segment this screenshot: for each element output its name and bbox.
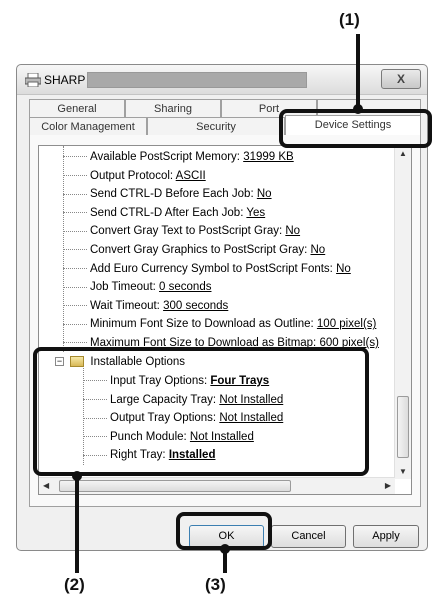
setting-value[interactable]: No <box>311 244 326 256</box>
setting-value[interactable]: 300 seconds <box>163 300 228 312</box>
scroll-down-arrow[interactable]: ▼ <box>399 467 407 476</box>
printer-icon <box>25 73 41 87</box>
setting-label: Add Euro Currency Symbol to PostScript F… <box>90 262 337 275</box>
setting-value[interactable]: No <box>257 188 272 200</box>
tree-setting-row[interactable]: Minimum Font Size to Download as Outline… <box>63 315 376 333</box>
setting-label: Send CTRL-D After Each Job: <box>90 206 247 219</box>
tree-connector <box>63 342 87 344</box>
tree-connector <box>63 156 87 158</box>
title-bar: SHARP X <box>17 65 427 95</box>
tree-setting-row[interactable]: Add Euro Currency Symbol to PostScript F… <box>63 260 351 278</box>
setting-value[interactable]: 31999 KB <box>243 151 294 163</box>
leader-line-1 <box>356 34 360 110</box>
setting-value[interactable]: No <box>285 225 300 237</box>
tree-connector <box>63 268 87 270</box>
tree-setting-row[interactable]: Available PostScript Memory: 31999 KB <box>63 148 294 166</box>
leader-dot-2 <box>72 471 82 481</box>
setting-label: Convert Gray Graphics to PostScript Gray… <box>90 244 311 256</box>
setting-label: Convert Gray Text to PostScript Gray: <box>90 225 286 238</box>
tree-connector <box>63 175 87 177</box>
setting-value[interactable]: 0 seconds <box>159 281 211 293</box>
setting-label: Minimum Font Size to Download as Outline… <box>90 318 317 331</box>
setting-label: Job Timeout: <box>90 281 160 294</box>
setting-value[interactable]: 100 pixel(s) <box>317 318 376 330</box>
setting-label: Output Protocol: <box>90 169 176 182</box>
tree-connector <box>63 323 87 325</box>
tab-security[interactable]: Security <box>147 117 285 135</box>
horizontal-scroll-thumb[interactable] <box>59 480 291 492</box>
callout-1: (1) <box>339 10 360 29</box>
highlight-device-settings-tab <box>279 109 432 148</box>
setting-label: Send CTRL-D Before Each Job: <box>90 188 257 201</box>
window-title: SHARP <box>44 73 86 87</box>
apply-button[interactable]: Apply <box>353 525 419 548</box>
setting-label: Available PostScript Memory: <box>90 151 244 163</box>
setting-value[interactable]: No <box>336 263 351 275</box>
cancel-button[interactable]: Cancel <box>271 525 346 548</box>
leader-dot-1 <box>353 104 363 114</box>
scroll-up-arrow[interactable]: ▲ <box>399 149 407 158</box>
tree-setting-row[interactable]: Convert Gray Text to PostScript Gray: No <box>63 222 300 240</box>
tree-connector <box>63 230 87 232</box>
tree-setting-row[interactable]: Send CTRL-D After Each Job: Yes <box>63 204 265 222</box>
callout-3: (3) <box>205 575 226 594</box>
tab-general[interactable]: General <box>29 99 125 119</box>
tab-color-management[interactable]: Color Management <box>29 117 147 135</box>
setting-value[interactable]: Yes <box>246 207 265 219</box>
horizontal-scrollbar[interactable]: ◀ ▶ <box>39 477 395 494</box>
vertical-scroll-thumb[interactable] <box>397 396 409 458</box>
callout-2: (2) <box>64 575 85 594</box>
leader-dot-3 <box>220 544 230 554</box>
tab-sharing[interactable]: Sharing <box>125 99 221 119</box>
tree-setting-row[interactable]: Wait Timeout: 300 seconds <box>63 297 228 315</box>
setting-value[interactable]: ASCII <box>176 170 206 182</box>
tree-setting-row[interactable]: Output Protocol: ASCII <box>63 167 206 185</box>
tree-connector <box>63 286 87 288</box>
vertical-scrollbar[interactable]: ▲ ▼ <box>394 146 411 479</box>
tree-setting-row[interactable]: Job Timeout: 0 seconds <box>63 278 211 296</box>
scroll-right-arrow[interactable]: ▶ <box>385 481 391 490</box>
leader-line-2 <box>75 475 79 573</box>
tree-setting-row[interactable]: Convert Gray Graphics to PostScript Gray… <box>63 241 325 259</box>
highlight-installable-options <box>33 347 369 476</box>
tree-connector <box>63 193 87 195</box>
tree-connector <box>63 212 87 214</box>
tree-setting-row[interactable]: Send CTRL-D Before Each Job: No <box>63 185 272 203</box>
tree-connector <box>63 305 87 307</box>
scroll-left-arrow[interactable]: ◀ <box>43 481 49 490</box>
close-button[interactable]: X <box>381 69 421 89</box>
title-redaction <box>87 72 307 88</box>
tree-connector <box>63 249 87 251</box>
setting-label: Wait Timeout: <box>90 299 164 312</box>
